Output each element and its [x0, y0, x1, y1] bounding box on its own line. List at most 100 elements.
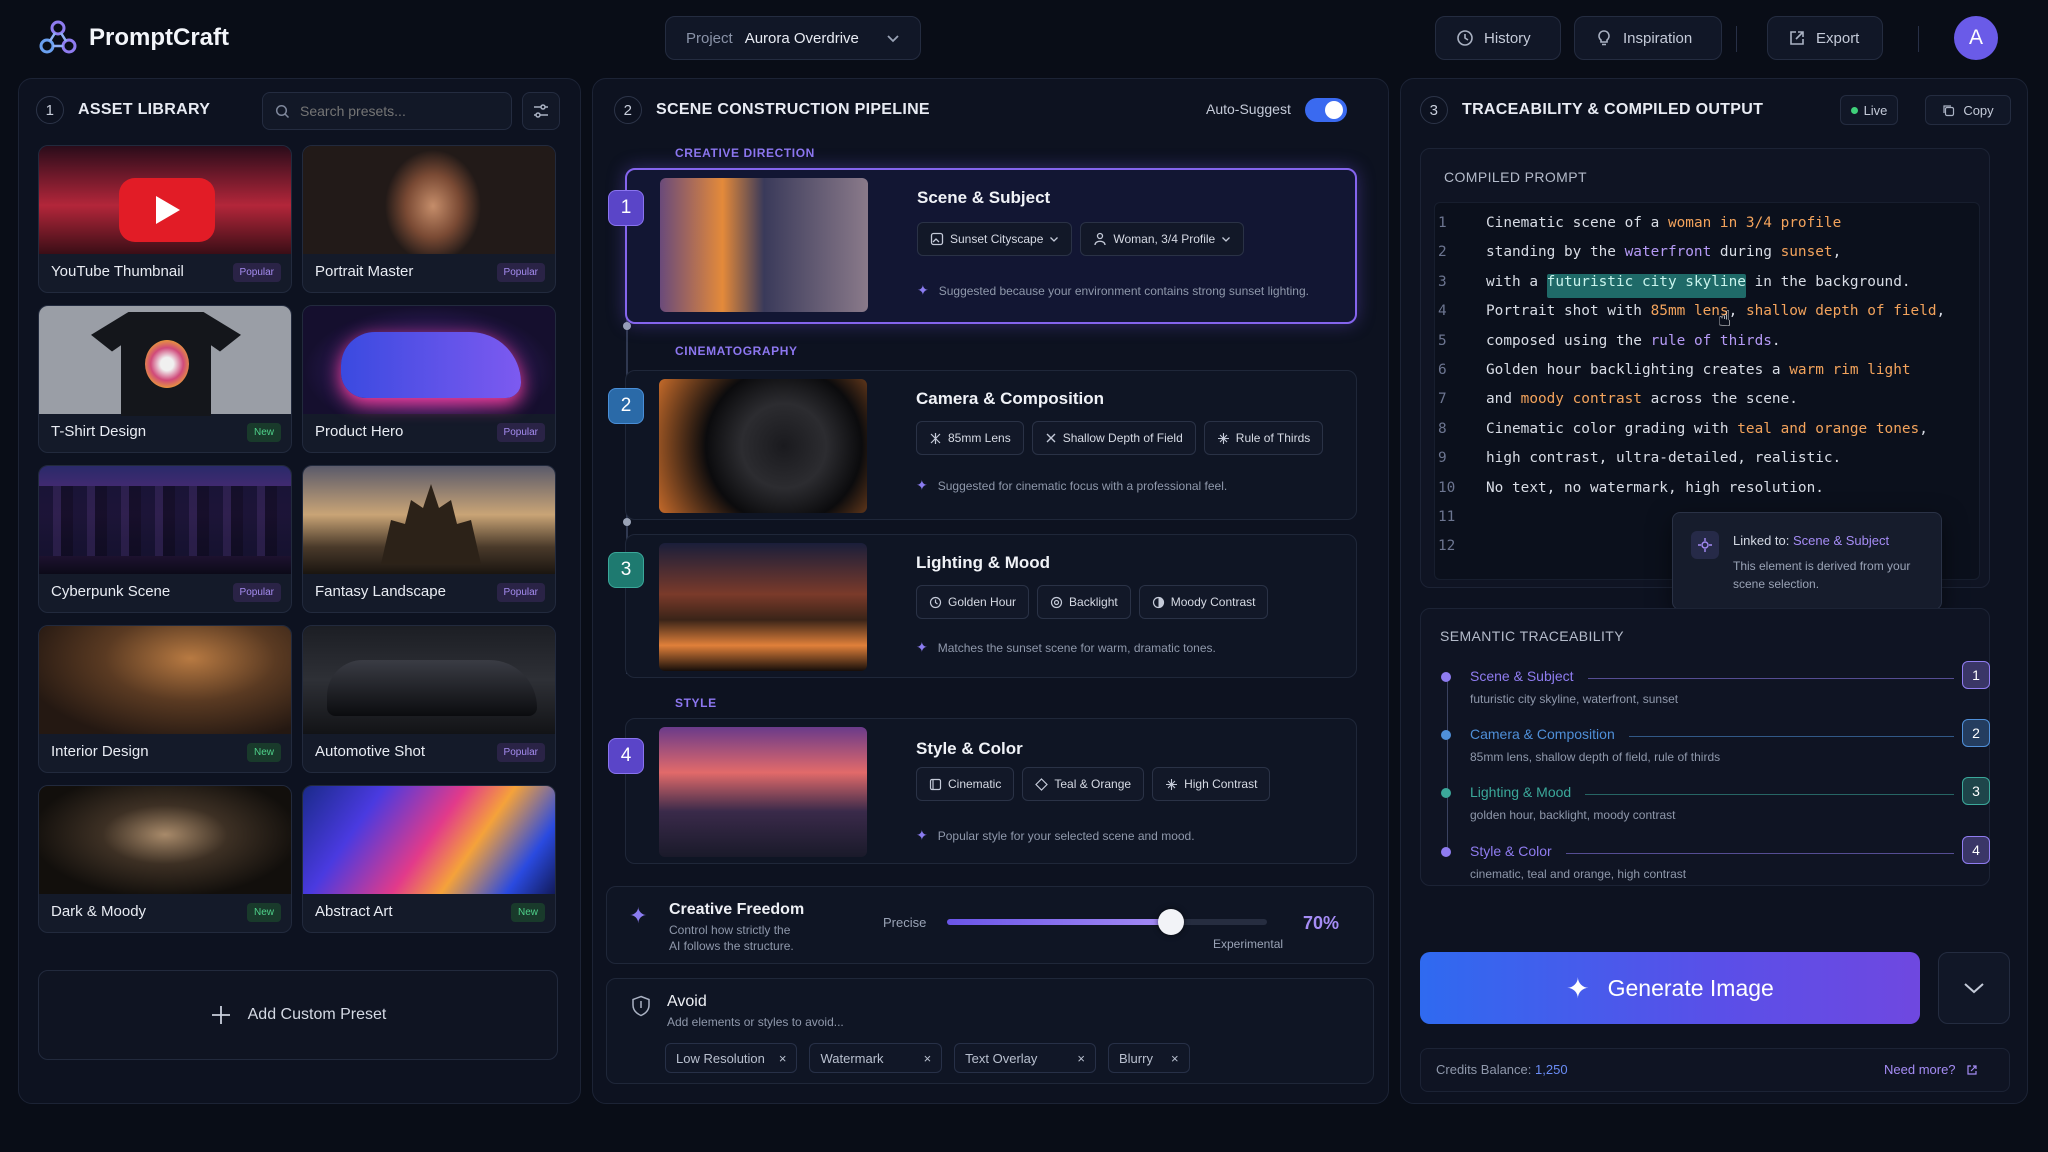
pipeline-step-style[interactable]: Style & Color Cinematic Teal & Orange Hi… [625, 718, 1357, 864]
search-input[interactable] [300, 103, 480, 119]
avoid-card: Avoid Add elements or styles to avoid...… [606, 978, 1374, 1084]
linked-token[interactable]: shallow depth of field [1746, 303, 1937, 327]
chip-label: Shallow Depth of Field [1062, 431, 1183, 445]
trace-name[interactable]: Style & Color [1470, 843, 1552, 859]
linked-token[interactable]: waterfront [1625, 244, 1712, 268]
auto-suggest-toggle[interactable] [1305, 98, 1347, 122]
chip-golden-hour[interactable]: Golden Hour [916, 585, 1030, 619]
chip-rule-of-thirds[interactable]: Rule of Thirds [1203, 421, 1324, 455]
history-button[interactable]: History [1435, 16, 1561, 60]
trace-line [1587, 678, 1954, 679]
section-label-cinema: CINEMATOGRAPHY [675, 344, 798, 358]
avoid-tag[interactable]: Blurry × [1108, 1043, 1190, 1073]
pipeline-step-scene[interactable]: Scene & Subject Sunset Cityscape Woman, … [625, 168, 1357, 324]
linked-token[interactable]: 85mm lens [1651, 303, 1729, 327]
line-number: 1 [1438, 215, 1447, 231]
avoid-tag[interactable]: Low Resolution × [665, 1043, 798, 1073]
preset-card[interactable]: Portrait Master Popular [302, 145, 556, 293]
add-custom-preset-button[interactable]: Add Custom Preset [38, 970, 558, 1060]
chip-teal-orange[interactable]: Teal & Orange [1022, 767, 1145, 801]
export-button[interactable]: Export [1767, 16, 1883, 60]
linked-token[interactable]: sunset [1781, 244, 1833, 268]
linked-token[interactable]: warm rim light [1789, 362, 1910, 386]
hint-text: Matches the sunset scene for warm, drama… [937, 640, 1216, 655]
preset-card[interactable]: Abstract Art New [302, 785, 556, 933]
chip-shallow-dof[interactable]: Shallow Depth of Field [1031, 421, 1196, 455]
preset-search[interactable] [262, 92, 512, 130]
preset-card[interactable]: Dark & Moody New [38, 785, 292, 933]
generate-image-button[interactable]: ✦ Generate Image [1420, 952, 1920, 1024]
linked-token[interactable]: woman in 3/4 profile [1668, 215, 1841, 239]
cursor-icon: ☝ [1718, 306, 1732, 331]
tooltip-desc-2: scene selection. [1733, 577, 1820, 591]
lighting-thumbnail [659, 543, 867, 671]
chip-sunset-cityscape[interactable]: Sunset Cityscape [917, 222, 1073, 256]
sparkle-icon: ✦ [917, 282, 929, 298]
generate-label: Generate Image [1607, 974, 1774, 1001]
preset-card[interactable]: Product Hero Popular [302, 305, 556, 453]
trace-line [1628, 736, 1954, 737]
chip-backlight[interactable]: Backlight [1037, 585, 1131, 619]
grid-sparkle-icon [1217, 432, 1230, 445]
project-selector[interactable]: Project Aurora Overdrive [665, 16, 921, 60]
credits-text: Credits Balance: [1436, 1062, 1532, 1077]
copy-button[interactable]: Copy [1925, 95, 2011, 125]
remove-tag-icon[interactable]: × [1171, 1051, 1179, 1066]
copy-icon [1942, 104, 1955, 117]
avoid-tag[interactable]: Watermark × [809, 1043, 943, 1073]
preset-card[interactable]: Cyberpunk Scene Popular [38, 465, 292, 613]
chip-high-contrast[interactable]: High Contrast [1152, 767, 1271, 801]
pipeline-header: 2 SCENE CONSTRUCTION PIPELINE [614, 96, 930, 124]
preset-card[interactable]: YouTube Thumbnail Popular [38, 145, 292, 293]
step-hint: ✦ Suggested for cinematic focus with a pr… [916, 477, 1227, 494]
freedom-slider[interactable] [947, 909, 1267, 935]
avoid-tag[interactable]: Text Overlay × [954, 1043, 1096, 1073]
linked-token[interactable]: rule of thirds [1651, 333, 1772, 357]
remove-tag-icon[interactable]: × [1077, 1051, 1085, 1066]
highlighted-token[interactable]: futuristic city skyline [1546, 273, 1746, 298]
shield-icon [631, 995, 651, 1017]
trace-row[interactable]: Camera & Composition 85mm lens, shallow d… [1420, 719, 1996, 766]
line-number: 5 [1438, 332, 1447, 349]
preset-card[interactable]: T-Shirt Design New [38, 305, 292, 453]
chip-cinematic[interactable]: Cinematic [916, 767, 1015, 801]
linked-token[interactable]: moody contrast [1521, 391, 1642, 415]
chip-woman-profile[interactable]: Woman, 3/4 Profile [1080, 222, 1245, 256]
remove-tag-icon[interactable]: × [779, 1051, 787, 1066]
hint-text: Suggested because your environment conta… [938, 283, 1309, 298]
chip-label: 85mm Lens [948, 431, 1011, 445]
code-line: 12 [1438, 538, 1486, 562]
trace-name[interactable]: Scene & Subject [1470, 668, 1574, 684]
trace-row[interactable]: Scene & Subject futuristic city skyline, … [1420, 661, 1996, 708]
trace-row[interactable]: Style & Color cinematic, teal and orange,… [1420, 836, 1996, 883]
chip-moody-contrast[interactable]: Moody Contrast [1138, 585, 1269, 619]
search-icon [275, 104, 290, 119]
camera-thumbnail [659, 379, 867, 513]
scene-thumbnail [660, 178, 868, 312]
slider-knob[interactable] [1158, 909, 1184, 935]
linked-token[interactable]: teal and orange tones [1737, 421, 1919, 445]
remove-tag-icon[interactable]: × [924, 1051, 932, 1066]
trace-name[interactable]: Camera & Composition [1470, 726, 1615, 742]
preset-card[interactable]: Fantasy Landscape Popular [302, 465, 556, 613]
generate-options-button[interactable] [1938, 952, 2010, 1024]
pipeline-step-camera[interactable]: Camera & Composition 85mm Lens Shallow D… [625, 370, 1357, 520]
tag-label: Watermark [820, 1050, 884, 1066]
preset-label: Automotive Shot [315, 743, 426, 760]
step-hint: ✦ Suggested because your environment cont… [917, 282, 1309, 299]
preset-card[interactable]: Interior Design New [38, 625, 292, 773]
preset-card[interactable]: Automotive Shot Popular [302, 625, 556, 773]
line-number: 10 [1438, 479, 1456, 496]
asset-library-header: 1 ASSET LIBRARY [36, 96, 210, 124]
filter-button[interactable] [522, 92, 560, 130]
inspiration-button[interactable]: Inspiration [1574, 16, 1722, 60]
freedom-desc-1: Control how strictly the [669, 923, 791, 937]
tooltip-target[interactable]: Scene & Subject [1793, 533, 1889, 548]
user-avatar[interactable]: A [1954, 16, 1998, 60]
trace-name[interactable]: Lighting & Mood [1470, 784, 1571, 800]
preset-label: Abstract Art [315, 903, 393, 920]
chip-85mm-lens[interactable]: 85mm Lens [916, 421, 1024, 455]
pipeline-step-lighting[interactable]: Lighting & Mood Golden Hour Backlight Mo… [625, 534, 1357, 678]
need-more-link[interactable]: Need more? [1884, 1062, 1978, 1077]
trace-row[interactable]: Lighting & Mood golden hour, backlight, m… [1420, 777, 1996, 824]
